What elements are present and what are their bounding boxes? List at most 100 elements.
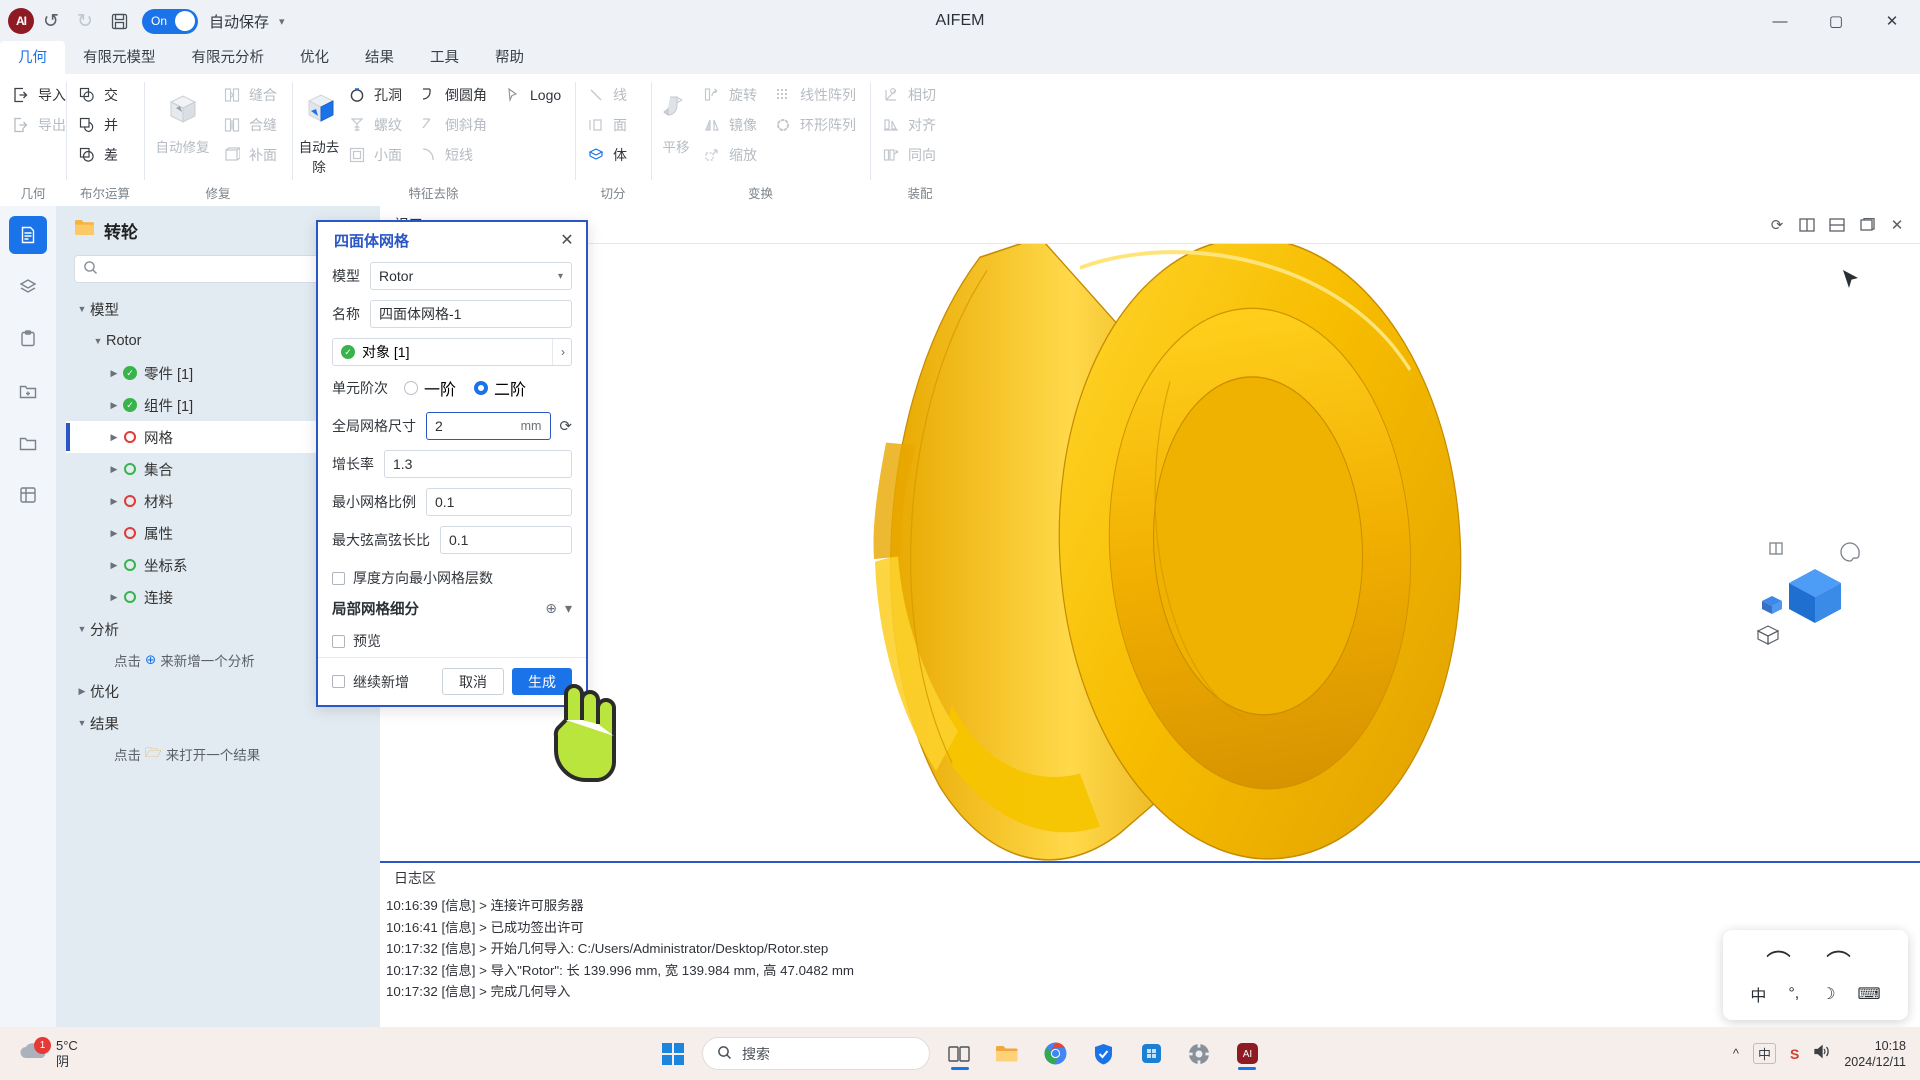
tab-optimization[interactable]: 优化 — [282, 41, 347, 74]
ribbon-tangent-button[interactable]: 相切 — [875, 80, 946, 110]
preview-checkbox[interactable]: 预览 — [332, 631, 572, 651]
plus-circle-icon[interactable]: ⊕ — [145, 652, 156, 668]
chevron-down-icon[interactable]: ▾ — [565, 600, 572, 617]
taskbar-search-box[interactable]: 搜索 — [702, 1037, 930, 1070]
tab-log-area[interactable]: 日志区 — [388, 866, 442, 890]
tab-fe-analysis[interactable]: 有限元分析 — [174, 41, 283, 74]
rail-add-button[interactable] — [9, 372, 47, 410]
rail-properties-button[interactable] — [9, 320, 47, 358]
continue-add-checkbox[interactable]: 继续新增 — [332, 672, 434, 692]
chevron-right-icon[interactable]: ▶ — [106, 560, 122, 571]
punctuation-icon[interactable]: °, — [1788, 985, 1799, 1003]
ime-mode-label[interactable]: 中 — [1750, 982, 1766, 1006]
log-content[interactable]: 10:16:39 [信息] > 连接许可服务器 10:16:41 [信息] > … — [380, 893, 1920, 1003]
rail-open-button[interactable] — [9, 424, 47, 462]
close-button[interactable]: ✕ — [1864, 0, 1920, 42]
ribbon-merge-seam-button[interactable]: 合缝 — [216, 110, 287, 140]
tab-help[interactable]: 帮助 — [477, 41, 542, 74]
tab-tools[interactable]: 工具 — [412, 41, 477, 74]
ribbon-hole-button[interactable]: 孔洞 — [341, 80, 412, 110]
ribbon-auto-remove-button[interactable]: 自动去除 — [297, 80, 341, 176]
chevron-right-icon[interactable]: ▶ — [106, 432, 122, 443]
tray-expand-icon[interactable]: ^ — [1733, 1046, 1739, 1061]
rail-materials-button[interactable] — [9, 268, 47, 306]
chevron-right-icon[interactable]: ▶ — [106, 528, 122, 539]
popout-icon[interactable] — [1852, 210, 1882, 240]
split-horizontal-icon[interactable] — [1822, 210, 1852, 240]
rail-results-button[interactable] — [9, 476, 47, 514]
keyboard-icon[interactable]: ⌨ — [1858, 984, 1881, 1004]
ribbon-scale-button[interactable]: 缩放 — [696, 140, 767, 170]
close-icon[interactable]: ✕ — [556, 229, 578, 251]
ribbon-split-body-button[interactable]: 体 — [580, 140, 638, 170]
ribbon-same-direction-button[interactable]: 同向 — [875, 140, 946, 170]
ribbon-mirror-button[interactable]: 镜像 — [696, 110, 767, 140]
plus-circle-icon[interactable]: ⊕ — [545, 600, 557, 617]
chevron-down-icon[interactable]: ▼ — [90, 336, 106, 346]
chevron-right-icon[interactable]: › — [552, 339, 565, 365]
ribbon-union-button[interactable]: 并 — [71, 110, 129, 140]
clock-widget[interactable]: 10:18 2024/12/11 — [1844, 1038, 1906, 1070]
ribbon-translate-button[interactable]: 平移 — [656, 80, 696, 156]
chevron-down-icon[interactable]: ▼ — [74, 304, 90, 314]
autosave-toggle[interactable]: On — [142, 9, 198, 34]
chevron-down-icon[interactable]: ▼ — [74, 718, 90, 728]
ribbon-subtract-button[interactable]: 差 — [71, 140, 129, 170]
chevron-right-icon[interactable]: ▶ — [106, 464, 122, 475]
tray-ime-icon[interactable]: 中 — [1753, 1043, 1776, 1064]
ribbon-patch-face-button[interactable]: 补面 — [216, 140, 287, 170]
ribbon-split-face-button[interactable]: 面 — [580, 110, 638, 140]
tray-volume-icon[interactable] — [1813, 1044, 1830, 1064]
cancel-button[interactable]: 取消 — [442, 668, 504, 695]
chevron-right-icon[interactable]: ▶ — [106, 368, 122, 379]
weather-widget[interactable]: 1 5°C 阴 — [18, 1038, 78, 1070]
ribbon-short-edge-button[interactable]: 短线 — [412, 140, 497, 170]
rail-model-tree-button[interactable] — [9, 216, 47, 254]
tab-fe-model[interactable]: 有限元模型 — [65, 41, 174, 74]
generate-button[interactable]: 生成 — [512, 668, 572, 695]
growth-rate-input[interactable]: 1.3 — [384, 450, 572, 478]
tab-results[interactable]: 结果 — [347, 41, 412, 74]
tab-geometry[interactable]: 几何 — [0, 41, 65, 74]
ribbon-stitch-button[interactable]: 缝合 — [216, 80, 287, 110]
chrome-button[interactable] — [1036, 1035, 1074, 1073]
redo-icon[interactable]: ↻ — [68, 4, 102, 38]
start-button[interactable] — [654, 1035, 692, 1073]
chevron-right-icon[interactable]: ▶ — [106, 496, 122, 507]
undo-icon[interactable]: ↺ — [34, 4, 68, 38]
ribbon-align-button[interactable]: 对齐 — [875, 110, 946, 140]
ribbon-rotate-button[interactable]: 旋转 — [696, 80, 767, 110]
ribbon-linear-array-button[interactable]: 线性阵列 — [767, 80, 866, 110]
tree-node-results[interactable]: ▼ 结果 — [66, 707, 380, 739]
security-button[interactable] — [1084, 1035, 1122, 1073]
ribbon-thread-button[interactable]: 螺纹 — [341, 110, 412, 140]
ribbon-logo-button[interactable]: Logo — [497, 80, 571, 110]
model-select[interactable]: Rotor ▾ — [370, 262, 572, 290]
radio-first-order[interactable]: 一阶 — [404, 376, 456, 400]
tray-sogou-icon[interactable]: S — [1790, 1046, 1799, 1062]
chevron-right-icon[interactable]: ▶ — [74, 686, 90, 697]
aifem-taskbar-button[interactable]: AI — [1228, 1035, 1266, 1073]
refresh-icon[interactable]: ⟳ — [559, 417, 572, 435]
ribbon-fillet-button[interactable]: 倒圆角 — [412, 80, 497, 110]
min-ratio-input[interactable]: 0.1 — [426, 488, 572, 516]
ribbon-auto-repair-button[interactable]: 自动修复 — [149, 80, 216, 156]
file-explorer-button[interactable] — [988, 1035, 1026, 1073]
close-icon[interactable]: ✕ — [1882, 210, 1912, 240]
minimize-button[interactable]: — — [1752, 0, 1808, 42]
global-size-input[interactable]: 2 mm — [426, 412, 551, 440]
folder-open-icon[interactable]: 🗁 — [145, 743, 162, 766]
viewport-3d-canvas[interactable] — [380, 244, 1920, 861]
chevron-down-icon[interactable]: ▼ — [74, 624, 90, 634]
max-chord-input[interactable]: 0.1 — [440, 526, 572, 554]
object-selector[interactable]: ✓ 对象 [1] › — [332, 338, 572, 366]
autosave-dropdown-icon[interactable]: ▾ — [279, 15, 285, 28]
save-icon[interactable] — [102, 4, 136, 38]
refresh-icon[interactable]: ⟳ — [1762, 210, 1792, 240]
settings-button[interactable] — [1180, 1035, 1218, 1073]
thickness-layers-checkbox[interactable]: 厚度方向最小网格层数 — [332, 568, 572, 588]
ribbon-chamfer-button[interactable]: 倒斜角 — [412, 110, 497, 140]
moon-icon[interactable]: ☽ — [1821, 984, 1835, 1004]
ribbon-split-line-button[interactable]: 线 — [580, 80, 638, 110]
split-vertical-icon[interactable] — [1792, 210, 1822, 240]
